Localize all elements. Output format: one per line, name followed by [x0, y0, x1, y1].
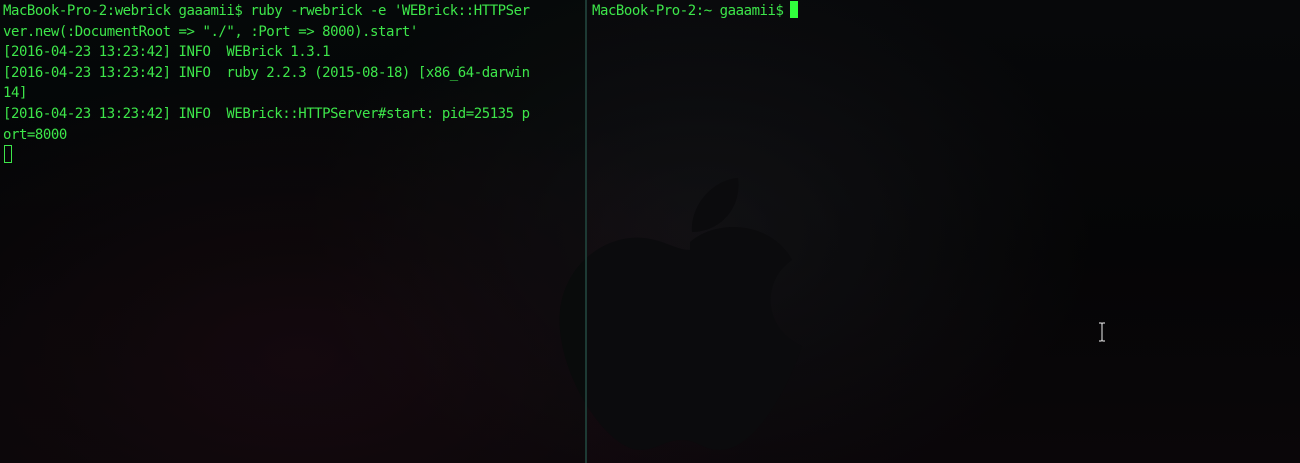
left-cursor-line — [3, 145, 585, 166]
terminal-line: [2016-04-23 13:23:42] INFO WEBrick::HTTP… — [3, 105, 530, 122]
terminal-window: MacBook-Pro-2:webrick gaaamii$ ruby -rwe… — [0, 0, 1300, 463]
text-cursor-icon — [1099, 322, 1105, 342]
terminal-line: [2016-04-23 13:23:42] INFO ruby 2.2.3 (2… — [3, 64, 530, 81]
terminal-line: 14] — [3, 85, 27, 102]
inactive-cursor — [4, 145, 12, 164]
active-cursor — [789, 1, 798, 18]
prompt-line: MacBook-Pro-2:~ gaaamii$ — [592, 1, 1300, 22]
terminal-line: [2016-04-23 13:23:42] INFO WEBrick 1.3.1 — [3, 44, 331, 61]
right-terminal-pane[interactable]: MacBook-Pro-2:~ gaaamii$ — [587, 0, 1300, 463]
terminal-line: ort=8000 — [3, 126, 67, 143]
shell-prompt: MacBook-Pro-2:~ gaaamii$ — [592, 3, 784, 19]
left-terminal-pane[interactable]: MacBook-Pro-2:webrick gaaamii$ ruby -rwe… — [0, 0, 585, 463]
terminal-line: ver.new(:DocumentRoot => "./", :Port => … — [3, 23, 418, 40]
right-terminal-output: MacBook-Pro-2:~ gaaamii$ — [587, 0, 1300, 22]
left-terminal-output: MacBook-Pro-2:webrick gaaamii$ ruby -rwe… — [0, 0, 585, 166]
terminal-line: MacBook-Pro-2:webrick gaaamii$ ruby -rwe… — [3, 3, 530, 19]
